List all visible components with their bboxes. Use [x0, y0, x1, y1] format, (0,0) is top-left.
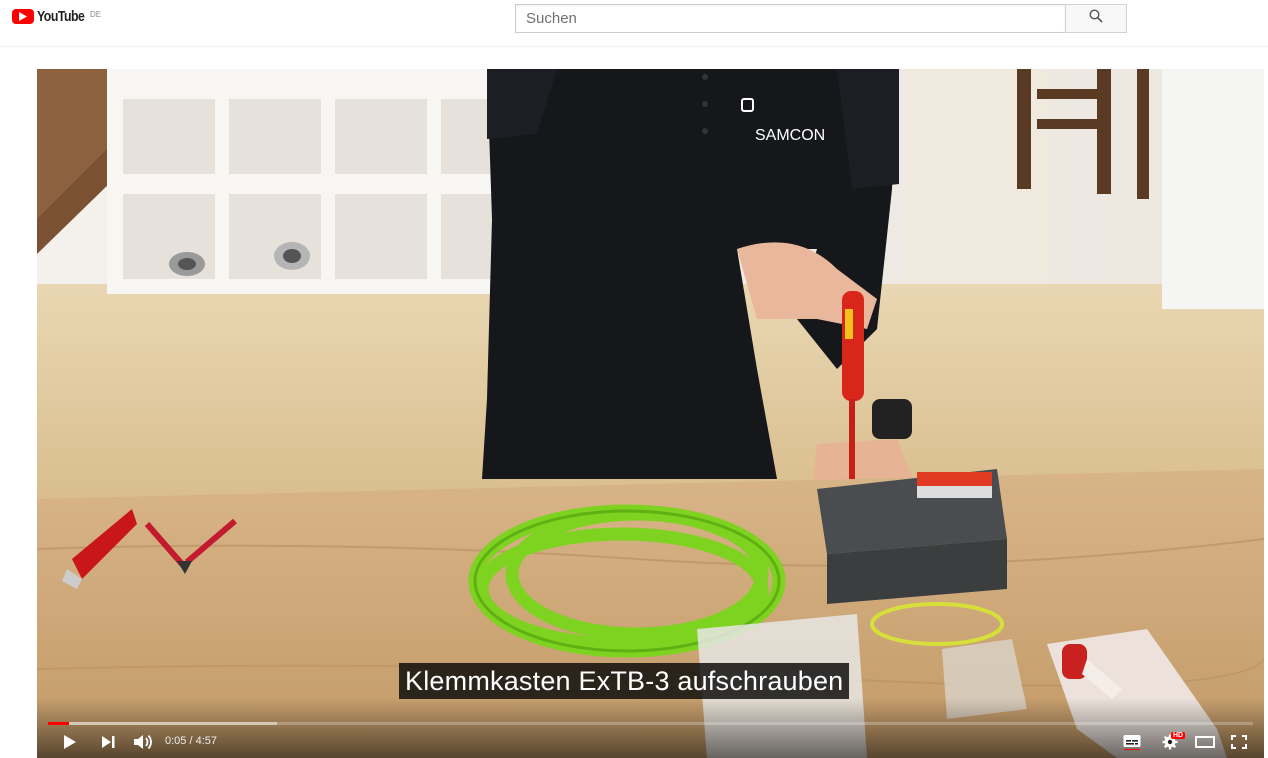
- country-code: DE: [90, 10, 102, 19]
- controls-gradient: [37, 698, 1264, 758]
- shirt-logo-text: SAMCON: [755, 127, 825, 144]
- play-icon: [63, 734, 77, 755]
- next-icon: [101, 735, 115, 753]
- next-button[interactable]: [95, 734, 121, 754]
- time-display: 0:05 / 4:57: [165, 735, 217, 747]
- search-button[interactable]: [1065, 4, 1127, 33]
- masthead: YouTube DE: [0, 0, 1268, 47]
- video-player[interactable]: SAMCON Klemmkasten ExTB-3 aufschrauben 0…: [37, 69, 1264, 758]
- time-separator: /: [186, 735, 196, 747]
- youtube-logo[interactable]: YouTube: [12, 8, 95, 25]
- subtitle-caption: Klemmkasten ExTB-3 aufschrauben: [399, 663, 850, 699]
- progress-bar[interactable]: [48, 722, 1253, 725]
- fullscreen-button[interactable]: [1227, 733, 1251, 755]
- youtube-play-logo-icon: [12, 9, 34, 24]
- search-icon: [1089, 9, 1103, 28]
- settings-button[interactable]: HD: [1157, 731, 1186, 755]
- fullscreen-icon: [1231, 734, 1247, 754]
- mute-button[interactable]: [130, 734, 158, 754]
- subtitles-icon: [1123, 734, 1141, 755]
- progress-buffered: [48, 722, 277, 725]
- time-total: 4:57: [195, 735, 218, 747]
- video-frame: SAMCON: [37, 69, 1264, 758]
- subtitles-button[interactable]: [1121, 733, 1143, 755]
- logo-wordmark: YouTube: [37, 8, 85, 25]
- progress-played: [48, 722, 70, 725]
- volume-icon: [134, 734, 154, 755]
- play-button[interactable]: [55, 734, 85, 754]
- theater-mode-icon: [1195, 735, 1215, 753]
- theater-mode-button[interactable]: [1193, 734, 1217, 754]
- search-bar: [515, 4, 1127, 33]
- hd-badge: HD: [1171, 732, 1186, 739]
- time-current: 0:05: [165, 735, 187, 747]
- search-input[interactable]: [515, 4, 1065, 33]
